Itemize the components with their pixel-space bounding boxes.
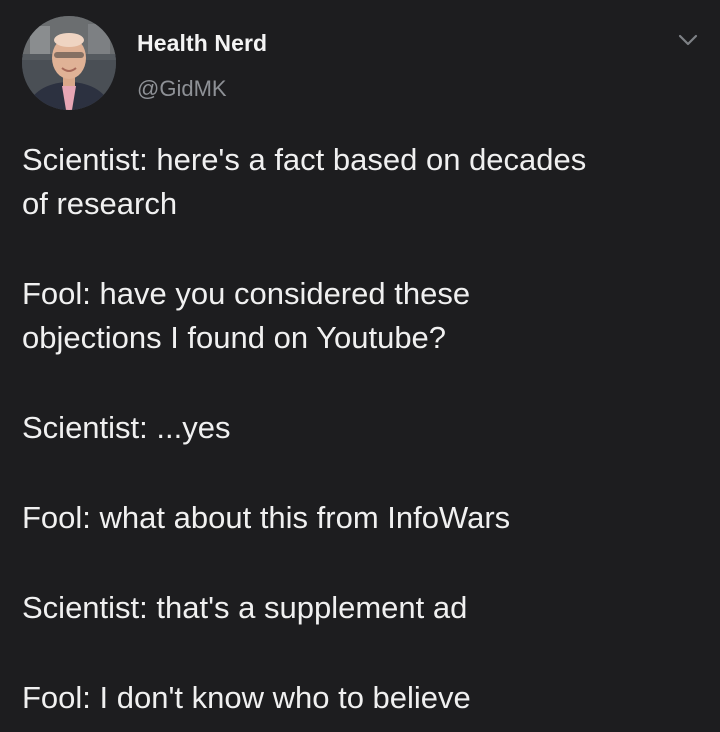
author-avatar[interactable] bbox=[22, 16, 116, 110]
author-handle[interactable]: @GidMK bbox=[137, 76, 227, 102]
chevron-down-icon[interactable] bbox=[677, 32, 699, 48]
tweet-line: Scientist: here's a fact based on decade… bbox=[22, 142, 587, 177]
tweet-line: Fool: what about this from InfoWars bbox=[22, 500, 511, 535]
author-name[interactable]: Health Nerd bbox=[137, 30, 267, 57]
tweet-text: Scientist: here's a fact based on decade… bbox=[22, 138, 702, 720]
avatar-photo-icon bbox=[22, 16, 116, 110]
tweet-line: objections I found on Youtube? bbox=[22, 320, 447, 355]
tweet-line: Fool: have you considered these bbox=[22, 276, 471, 311]
tweet-line: Scientist: that's a supplement ad bbox=[22, 590, 468, 625]
tweet-card: Health Nerd @GidMK Scientist: here's a f… bbox=[0, 0, 720, 732]
tweet-line: Scientist: ...yes bbox=[22, 410, 231, 445]
tweet-line: Fool: I don't know who to believe bbox=[22, 680, 471, 715]
tweet-line: of research bbox=[22, 186, 178, 221]
